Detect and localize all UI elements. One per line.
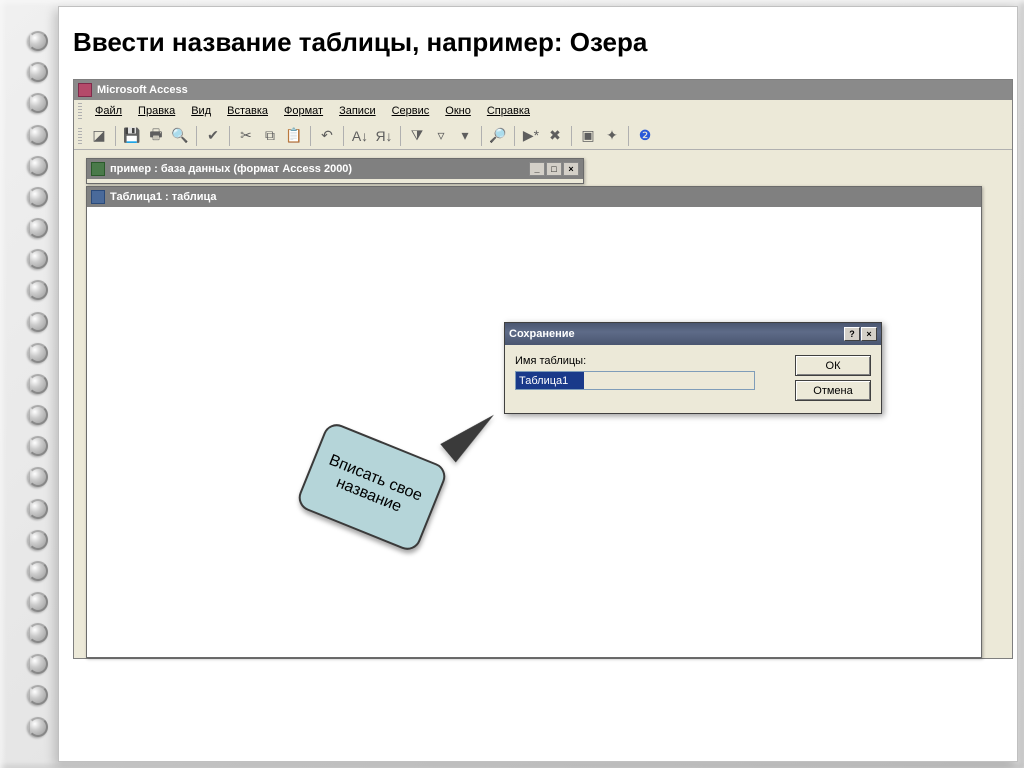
slide-page: Ввести название таблицы, например: Озера… — [58, 6, 1018, 762]
tool-sort-asc-icon[interactable]: A↓ — [349, 125, 371, 147]
tool-filter-selection-icon[interactable]: ⧩ — [406, 125, 428, 147]
slide-spiral-binding — [28, 0, 50, 768]
tool-new-record-icon[interactable]: ▶* — [520, 125, 542, 147]
table-name-input[interactable] — [515, 371, 755, 390]
menubar-handle[interactable] — [78, 103, 82, 119]
db-minimize-button[interactable]: _ — [529, 162, 545, 176]
table-window-title: Таблица1 : таблица — [110, 191, 217, 203]
database-window-title: пример : база данных (формат Access 2000… — [110, 163, 352, 175]
save-dialog-help-button[interactable]: ? — [844, 327, 860, 341]
db-close-button[interactable]: × — [563, 162, 579, 176]
table-content-area[interactable] — [87, 207, 981, 657]
tool-paste-icon[interactable]: 📋 — [283, 125, 305, 147]
menu-records[interactable]: Записи — [332, 103, 383, 119]
annotation-callout: Вписать свое название — [304, 432, 439, 542]
tool-find-icon[interactable]: 🔎 — [487, 125, 509, 147]
database-window-titlebar[interactable]: пример : база данных (формат Access 2000… — [87, 159, 583, 179]
slide-heading: Ввести название таблицы, например: Озера — [73, 27, 1003, 58]
app-title: Microsoft Access — [97, 84, 188, 96]
tool-filter-form-icon[interactable]: ▿ — [430, 125, 452, 147]
menu-insert[interactable]: Вставка — [220, 103, 275, 119]
table-icon — [91, 190, 105, 204]
presentation-slide: Ввести название таблицы, например: Озера… — [0, 0, 1024, 768]
tool-spelling-icon[interactable]: ✔ — [202, 125, 224, 147]
table-window[interactable]: Таблица1 : таблица — [86, 186, 982, 658]
cancel-button[interactable]: Отмена — [795, 380, 871, 401]
menu-tools[interactable]: Сервис — [385, 103, 437, 119]
app-titlebar: Microsoft Access — [74, 80, 1012, 100]
access-client-area: пример : база данных (формат Access 2000… — [74, 152, 1012, 658]
tool-undo-icon[interactable]: ↶ — [316, 125, 338, 147]
menu-format[interactable]: Формат — [277, 103, 330, 119]
menu-help[interactable]: Справка — [480, 103, 537, 119]
menu-edit[interactable]: Правка — [131, 103, 182, 119]
access-app-window: Microsoft Access Файл Правка Вид Вставка… — [73, 79, 1013, 659]
table-window-titlebar[interactable]: Таблица1 : таблица — [87, 187, 981, 207]
tool-view-icon[interactable]: ◪ — [88, 125, 110, 147]
save-dialog-titlebar[interactable]: Сохранение ? × — [505, 323, 881, 345]
menubar: Файл Правка Вид Вставка Формат Записи Се… — [74, 100, 1012, 122]
tool-filter-toggle-icon[interactable]: ▾ — [454, 125, 476, 147]
tool-help-icon[interactable]: ❷ — [634, 125, 656, 147]
tool-new-object-icon[interactable]: ✦ — [601, 125, 623, 147]
save-dialog: Сохранение ? × Имя таблицы: О — [504, 322, 882, 414]
tool-save-icon[interactable]: 💾 — [121, 125, 143, 147]
tool-delete-record-icon[interactable]: ✖ — [544, 125, 566, 147]
table-name-label: Имя таблицы: — [515, 355, 783, 367]
tool-preview-icon[interactable]: 🔍 — [169, 125, 191, 147]
database-window[interactable]: пример : база данных (формат Access 2000… — [86, 158, 584, 184]
tool-db-window-icon[interactable]: ▣ — [577, 125, 599, 147]
menu-window[interactable]: Окно — [438, 103, 478, 119]
tool-print-icon[interactable]: 🖶 — [145, 125, 167, 147]
access-app-icon — [78, 83, 92, 97]
tool-sort-desc-icon[interactable]: Я↓ — [373, 125, 395, 147]
save-dialog-close-button[interactable]: × — [861, 327, 877, 341]
toolbar: ◪ 💾 🖶 🔍 ✔ ✂ ⧉ 📋 ↶ A↓ Я↓ ⧩ ▿ ▾ — [74, 122, 1012, 150]
tool-cut-icon[interactable]: ✂ — [235, 125, 257, 147]
menu-file[interactable]: Файл — [88, 103, 129, 119]
database-icon — [91, 162, 105, 176]
db-maximize-button[interactable]: □ — [546, 162, 562, 176]
toolbar-handle[interactable] — [78, 128, 82, 144]
ok-button[interactable]: ОК — [795, 355, 871, 376]
callout-text: Вписать свое название — [294, 420, 449, 554]
save-dialog-title: Сохранение — [509, 328, 575, 340]
tool-copy-icon[interactable]: ⧉ — [259, 125, 281, 147]
menu-view[interactable]: Вид — [184, 103, 218, 119]
